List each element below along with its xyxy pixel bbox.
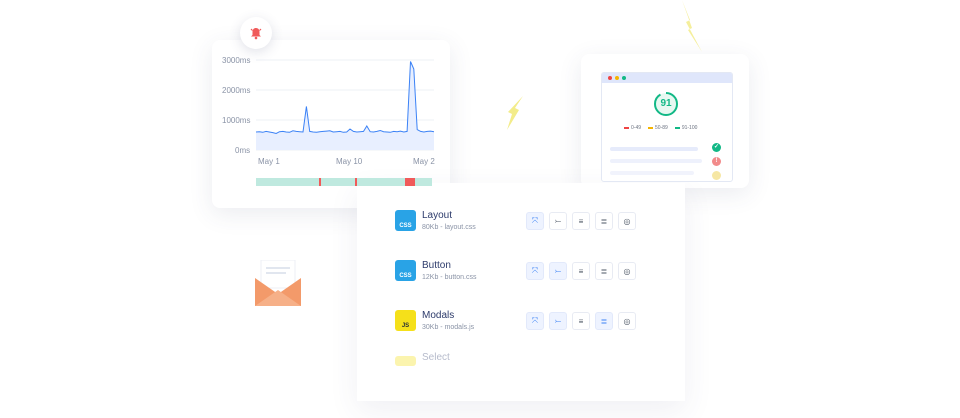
window-close-dot bbox=[608, 76, 612, 80]
align-icon: ≡ bbox=[578, 316, 584, 326]
file-name: Select bbox=[422, 352, 450, 363]
file-actions: ⤧ ⤚ ≡ ≣ ◎ bbox=[526, 312, 636, 330]
merge-icon: ⤚ bbox=[554, 266, 562, 275]
merge-button[interactable]: ⤚ bbox=[549, 212, 567, 230]
score-value: 91 bbox=[660, 98, 672, 109]
file-actions: ⤧ ⤚ ≡ ≣ ◎ bbox=[526, 212, 636, 230]
file-row[interactable]: CSS Layout 80Kb - layout.css ⤧ ⤚ ≡ ≣ ◎ bbox=[395, 210, 665, 236]
compress-icon: ⤧ bbox=[531, 266, 539, 275]
compress-button[interactable]: ⤧ bbox=[526, 312, 544, 330]
merge-button[interactable]: ⤚ bbox=[549, 312, 567, 330]
x-tick-label: May 2 bbox=[413, 157, 435, 166]
file-name: Button bbox=[422, 260, 451, 271]
file-row[interactable]: CSS Button 12Kb - button.css ⤧ ⤚ ≡ ≣ ◎ bbox=[395, 260, 665, 286]
compress-button[interactable]: ⤧ bbox=[526, 212, 544, 230]
browser-window: 91 0-49 50-89 91-100 ✓ ! bbox=[601, 72, 733, 182]
list-button[interactable]: ≣ bbox=[595, 212, 613, 230]
hide-button[interactable]: ◎ bbox=[618, 212, 636, 230]
audit-row bbox=[610, 171, 694, 175]
file-row[interactable]: Select bbox=[395, 352, 665, 378]
file-meta: 80Kb - layout.css bbox=[422, 224, 476, 231]
compress-icon: ⤧ bbox=[531, 316, 539, 325]
css-file-icon: CSS bbox=[395, 260, 416, 281]
align-icon: ≡ bbox=[578, 266, 584, 276]
y-tick-label: 1000ms bbox=[222, 116, 250, 125]
file-row[interactable]: JS Modals 30Kb - modals.js ⤧ ⤚ ≡ ≣ ◎ bbox=[395, 310, 665, 336]
legend-item: 91-100 bbox=[674, 125, 697, 131]
status-timeline-bar bbox=[256, 178, 432, 186]
y-tick-label: 3000ms bbox=[222, 56, 250, 65]
list-icon: ≣ bbox=[600, 216, 608, 226]
align-button[interactable]: ≡ bbox=[572, 212, 590, 230]
status-alert-marker bbox=[405, 178, 415, 186]
file-name: Modals bbox=[422, 310, 455, 321]
file-actions: ⤧ ⤚ ≡ ≣ ◎ bbox=[526, 262, 636, 280]
merge-icon: ⤚ bbox=[554, 216, 562, 225]
audit-row bbox=[610, 159, 702, 163]
align-icon: ≡ bbox=[578, 216, 584, 226]
check-icon: ✓ bbox=[712, 143, 721, 152]
list-button[interactable]: ≣ bbox=[595, 312, 613, 330]
status-alert-marker bbox=[319, 178, 321, 186]
merge-icon: ⤚ bbox=[554, 316, 562, 325]
response-time-chart: 3000ms 2000ms 1000ms 0ms May 1 May 10 Ma… bbox=[222, 56, 435, 186]
file-name: Layout bbox=[422, 210, 453, 221]
list-icon: ≣ bbox=[600, 266, 608, 276]
warning-icon: ! bbox=[712, 157, 721, 166]
lightning-bolt-icon bbox=[682, 0, 702, 52]
y-tick-label: 0ms bbox=[235, 146, 250, 155]
align-button[interactable]: ≡ bbox=[572, 312, 590, 330]
file-meta: 30Kb - modals.js bbox=[422, 324, 475, 331]
alarm-bell-icon bbox=[250, 28, 262, 40]
x-tick-label: May 1 bbox=[258, 157, 280, 166]
chart-area-fill bbox=[256, 61, 434, 150]
legend-item: 50-89 bbox=[648, 125, 668, 131]
list-button[interactable]: ≣ bbox=[595, 262, 613, 280]
browser-titlebar bbox=[602, 73, 732, 83]
audit-row bbox=[610, 147, 698, 151]
css-file-icon: CSS bbox=[395, 210, 416, 231]
align-button[interactable]: ≡ bbox=[572, 262, 590, 280]
window-minimize-dot bbox=[615, 76, 619, 80]
hide-button[interactable]: ◎ bbox=[618, 262, 636, 280]
eye-off-icon: ◎ bbox=[623, 216, 631, 226]
y-tick-label: 2000ms bbox=[222, 86, 250, 95]
legend-item: 0-49 bbox=[624, 125, 641, 131]
window-maximize-dot bbox=[622, 76, 626, 80]
compress-icon: ⤧ bbox=[531, 216, 539, 225]
score-legend: 0-49 50-89 91-100 bbox=[624, 125, 697, 131]
lightning-bolt-icon bbox=[507, 96, 523, 130]
hide-button[interactable]: ◎ bbox=[618, 312, 636, 330]
alert-bell-button[interactable] bbox=[240, 17, 272, 49]
envelope-icon bbox=[255, 260, 301, 306]
info-icon bbox=[712, 171, 721, 180]
status-alert-marker bbox=[355, 178, 357, 186]
eye-off-icon: ◎ bbox=[623, 266, 631, 276]
js-file-icon: JS bbox=[395, 310, 416, 331]
x-tick-label: May 10 bbox=[336, 157, 363, 166]
list-icon: ≣ bbox=[600, 316, 608, 326]
chart-series-line bbox=[255, 61, 435, 135]
merge-button[interactable]: ⤚ bbox=[549, 262, 567, 280]
compress-button[interactable]: ⤧ bbox=[526, 262, 544, 280]
js-file-icon bbox=[395, 356, 416, 366]
file-meta: 12Kb - button.css bbox=[422, 274, 477, 281]
eye-off-icon: ◎ bbox=[623, 316, 631, 326]
